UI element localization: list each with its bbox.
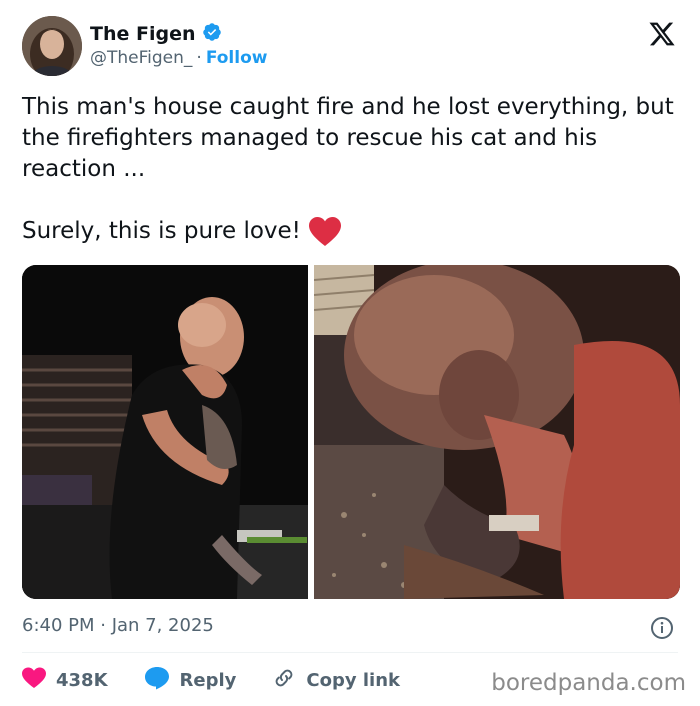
handle-row: @TheFigen_ · Follow <box>90 48 267 68</box>
divider <box>22 652 678 653</box>
tweet-text: This man's house caught fire and he lost… <box>22 92 682 247</box>
reply-bubble-icon <box>144 666 170 695</box>
author-display-name[interactable]: The Figen <box>90 23 196 45</box>
media-photo-left[interactable] <box>22 265 308 599</box>
follow-button[interactable]: Follow <box>206 48 268 68</box>
heart-emoji-icon <box>308 216 341 247</box>
info-icon[interactable] <box>650 616 674 640</box>
author-name-row: The Figen <box>90 22 222 46</box>
media-grid[interactable] <box>22 265 680 599</box>
avatar[interactable] <box>22 16 82 76</box>
copy-link-button[interactable]: Copy link <box>272 666 400 695</box>
media-photo-right[interactable] <box>314 265 680 599</box>
author-handle[interactable]: @TheFigen_ <box>90 48 192 68</box>
copy-link-label: Copy link <box>306 670 400 691</box>
reply-button[interactable]: Reply <box>144 666 237 695</box>
reply-label: Reply <box>179 670 237 691</box>
heart-icon <box>22 667 46 694</box>
x-logo-icon[interactable] <box>648 20 676 48</box>
tweet-paragraph-1: This man's house caught fire and he lost… <box>22 94 674 182</box>
watermark: boredpanda.com <box>491 670 686 696</box>
separator: · <box>196 48 202 68</box>
tweet-paragraph-2: Surely, this is pure love! <box>22 216 682 247</box>
like-count: 438K <box>56 670 108 691</box>
verified-badge-icon <box>202 22 222 46</box>
like-button[interactable]: 438K <box>22 667 108 694</box>
tweet-paragraph-2-text: Surely, this is pure love! <box>22 218 301 244</box>
action-bar: 438K Reply Copy link <box>22 666 436 695</box>
timestamp[interactable]: 6:40 PM · Jan 7, 2025 <box>22 615 214 636</box>
link-icon <box>272 666 296 695</box>
